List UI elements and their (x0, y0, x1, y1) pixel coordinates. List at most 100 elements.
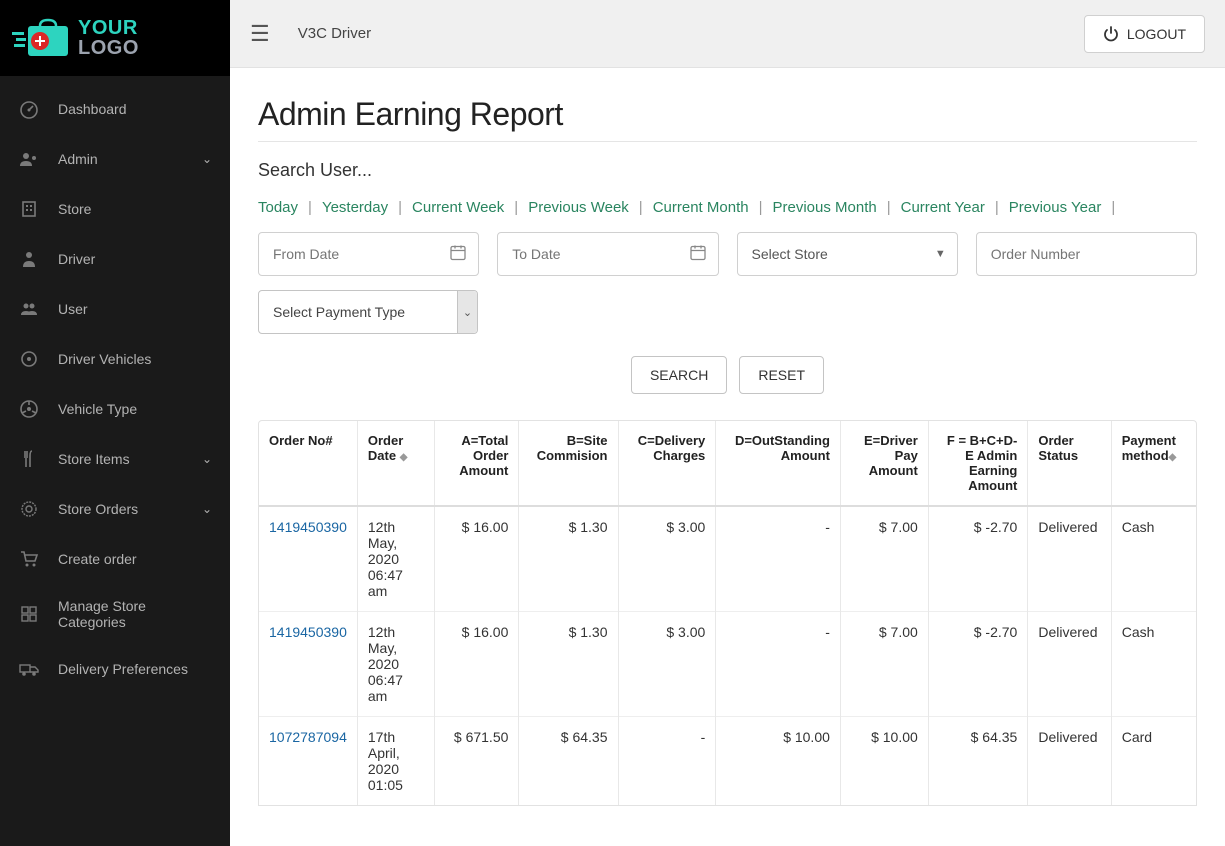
cell-status: Delivered (1028, 717, 1111, 806)
cell-admin-earning: $ 64.35 (928, 717, 1028, 806)
separator: | (1111, 199, 1115, 216)
from-date-input[interactable] (258, 232, 479, 276)
cell-driver-pay: $ 7.00 (840, 612, 928, 717)
select-store-wrap: Select Store ▼ (737, 232, 958, 276)
table-row: 141945039012th May, 2020 06:47 am$ 16.00… (259, 506, 1196, 612)
order-no-link[interactable]: 1419450390 (259, 612, 357, 717)
separator: | (308, 199, 312, 216)
cell-status: Delivered (1028, 506, 1111, 612)
cell-delivery: - (618, 717, 716, 806)
col-pay-method[interactable]: Payment method◆ (1111, 421, 1196, 506)
search-user-label[interactable]: Search User... (258, 160, 1197, 181)
col-driver-pay[interactable]: E=Driver Pay Amount (840, 421, 928, 506)
sidebar-item-dashboard[interactable]: Dashboard (0, 84, 230, 134)
people-group-icon (18, 298, 40, 320)
logo-icon (12, 18, 70, 58)
separator: | (639, 199, 643, 216)
order-no-link[interactable]: 1072787094 (259, 717, 357, 806)
cell-admin-earning: $ -2.70 (928, 612, 1028, 717)
reset-button[interactable]: RESET (739, 356, 824, 394)
filter-previous-year[interactable]: Previous Year (1009, 199, 1102, 216)
report-table-wrap: Order No# Order Date ◆ A=Total Order Amo… (258, 420, 1197, 806)
filter-today[interactable]: Today (258, 199, 298, 216)
col-commission[interactable]: B=Site Commision (519, 421, 618, 506)
filter-current-year[interactable]: Current Year (901, 199, 985, 216)
sidebar-item-label: Dashboard (58, 101, 212, 117)
date-filter-links: Today | Yesterday | Current Week | Previous We… (258, 199, 1197, 216)
logout-button[interactable]: LOGOUT (1084, 15, 1205, 53)
sidebar-item-admin[interactable]: Admin⌄ (0, 134, 230, 184)
sort-icon: ◆ (1169, 452, 1177, 463)
sidebar-item-store-orders[interactable]: Store Orders⌄ (0, 484, 230, 534)
logout-label: LOGOUT (1127, 26, 1186, 42)
separator: | (995, 199, 999, 216)
col-outstanding[interactable]: D=OutStanding Amount (716, 421, 841, 506)
payment-type-dropdown[interactable]: Select Payment Type ⌄ (258, 290, 478, 334)
table-row: 141945039012th May, 2020 06:47 am$ 16.00… (259, 612, 1196, 717)
cell-outstanding: $ 10.00 (716, 717, 841, 806)
payment-type-label: Select Payment Type (259, 291, 457, 333)
sidebar-item-user[interactable]: User (0, 284, 230, 334)
sidebar-item-driver-vehicles[interactable]: Driver Vehicles (0, 334, 230, 384)
table-row: 107278709417th April, 2020 01:05$ 671.50… (259, 717, 1196, 806)
col-order-no[interactable]: Order No# (259, 421, 357, 506)
filter-previous-week[interactable]: Previous Week (528, 199, 629, 216)
filter-current-month[interactable]: Current Month (653, 199, 749, 216)
sidebar-item-manage-store-categories[interactable]: Manage Store Categories (0, 584, 230, 644)
col-status[interactable]: Order Status (1028, 421, 1111, 506)
separator: | (514, 199, 518, 216)
order-number-input[interactable] (976, 232, 1197, 276)
filter-previous-month[interactable]: Previous Month (772, 199, 876, 216)
target-icon (18, 348, 40, 370)
sidebar-item-driver[interactable]: Driver (0, 234, 230, 284)
sidebar-item-label: Manage Store Categories (58, 598, 212, 630)
separator: | (887, 199, 891, 216)
chevron-down-icon: ⌄ (202, 152, 212, 166)
col-delivery[interactable]: C=Delivery Charges (618, 421, 716, 506)
cell-total: $ 671.50 (434, 717, 519, 806)
to-date-input[interactable] (497, 232, 718, 276)
sidebar-item-label: Admin (58, 151, 202, 167)
cell-commission: $ 1.30 (519, 612, 618, 717)
sidebar-item-label: Store (58, 201, 212, 217)
cell-status: Delivered (1028, 612, 1111, 717)
sort-icon: ◆ (400, 452, 408, 463)
sidebar-item-store[interactable]: Store (0, 184, 230, 234)
topbar-title: V3C Driver (298, 25, 371, 42)
cell-commission: $ 64.35 (519, 717, 618, 806)
chevron-down-icon: ⌄ (202, 502, 212, 516)
sidebar-item-label: User (58, 301, 212, 317)
sidebar-item-label: Delivery Preferences (58, 661, 212, 677)
cell-order-date: 17th April, 2020 01:05 (357, 717, 434, 806)
content: Admin Earning Report Search User... Toda… (230, 68, 1225, 846)
utensils-icon (18, 448, 40, 470)
sidebar-item-create-order[interactable]: Create order (0, 534, 230, 584)
filter-yesterday[interactable]: Yesterday (322, 199, 388, 216)
sidebar-item-delivery-preferences[interactable]: Delivery Preferences (0, 644, 230, 694)
search-button[interactable]: SEARCH (631, 356, 727, 394)
steering-wheel-icon (18, 398, 40, 420)
sidebar-item-vehicle-type[interactable]: Vehicle Type (0, 384, 230, 434)
logo[interactable]: YOUR LOGO (0, 0, 230, 76)
grid-icon (18, 603, 40, 625)
cell-commission: $ 1.30 (519, 506, 618, 612)
order-number-wrap (976, 232, 1197, 276)
cell-driver-pay: $ 7.00 (840, 506, 928, 612)
select-store-dropdown[interactable]: Select Store (737, 232, 958, 276)
cell-outstanding: - (716, 506, 841, 612)
logo-text: YOUR LOGO (78, 18, 139, 58)
col-admin-earning[interactable]: F = B+C+D-E Admin Earning Amount (928, 421, 1028, 506)
sidebar-item-label: Driver Vehicles (58, 351, 212, 367)
cell-pay-method: Cash (1111, 612, 1196, 717)
filter-current-week[interactable]: Current Week (412, 199, 504, 216)
topbar: ☰ V3C Driver LOGOUT (230, 0, 1225, 68)
page-title: Admin Earning Report (258, 96, 1197, 133)
sidebar-item-store-items[interactable]: Store Items⌄ (0, 434, 230, 484)
order-no-link[interactable]: 1419450390 (259, 506, 357, 612)
col-order-date[interactable]: Order Date ◆ (357, 421, 434, 506)
cell-delivery: $ 3.00 (618, 506, 716, 612)
cell-pay-method: Cash (1111, 506, 1196, 612)
menu-toggle-icon[interactable]: ☰ (250, 21, 270, 47)
separator: | (759, 199, 763, 216)
col-total[interactable]: A=Total Order Amount (434, 421, 519, 506)
